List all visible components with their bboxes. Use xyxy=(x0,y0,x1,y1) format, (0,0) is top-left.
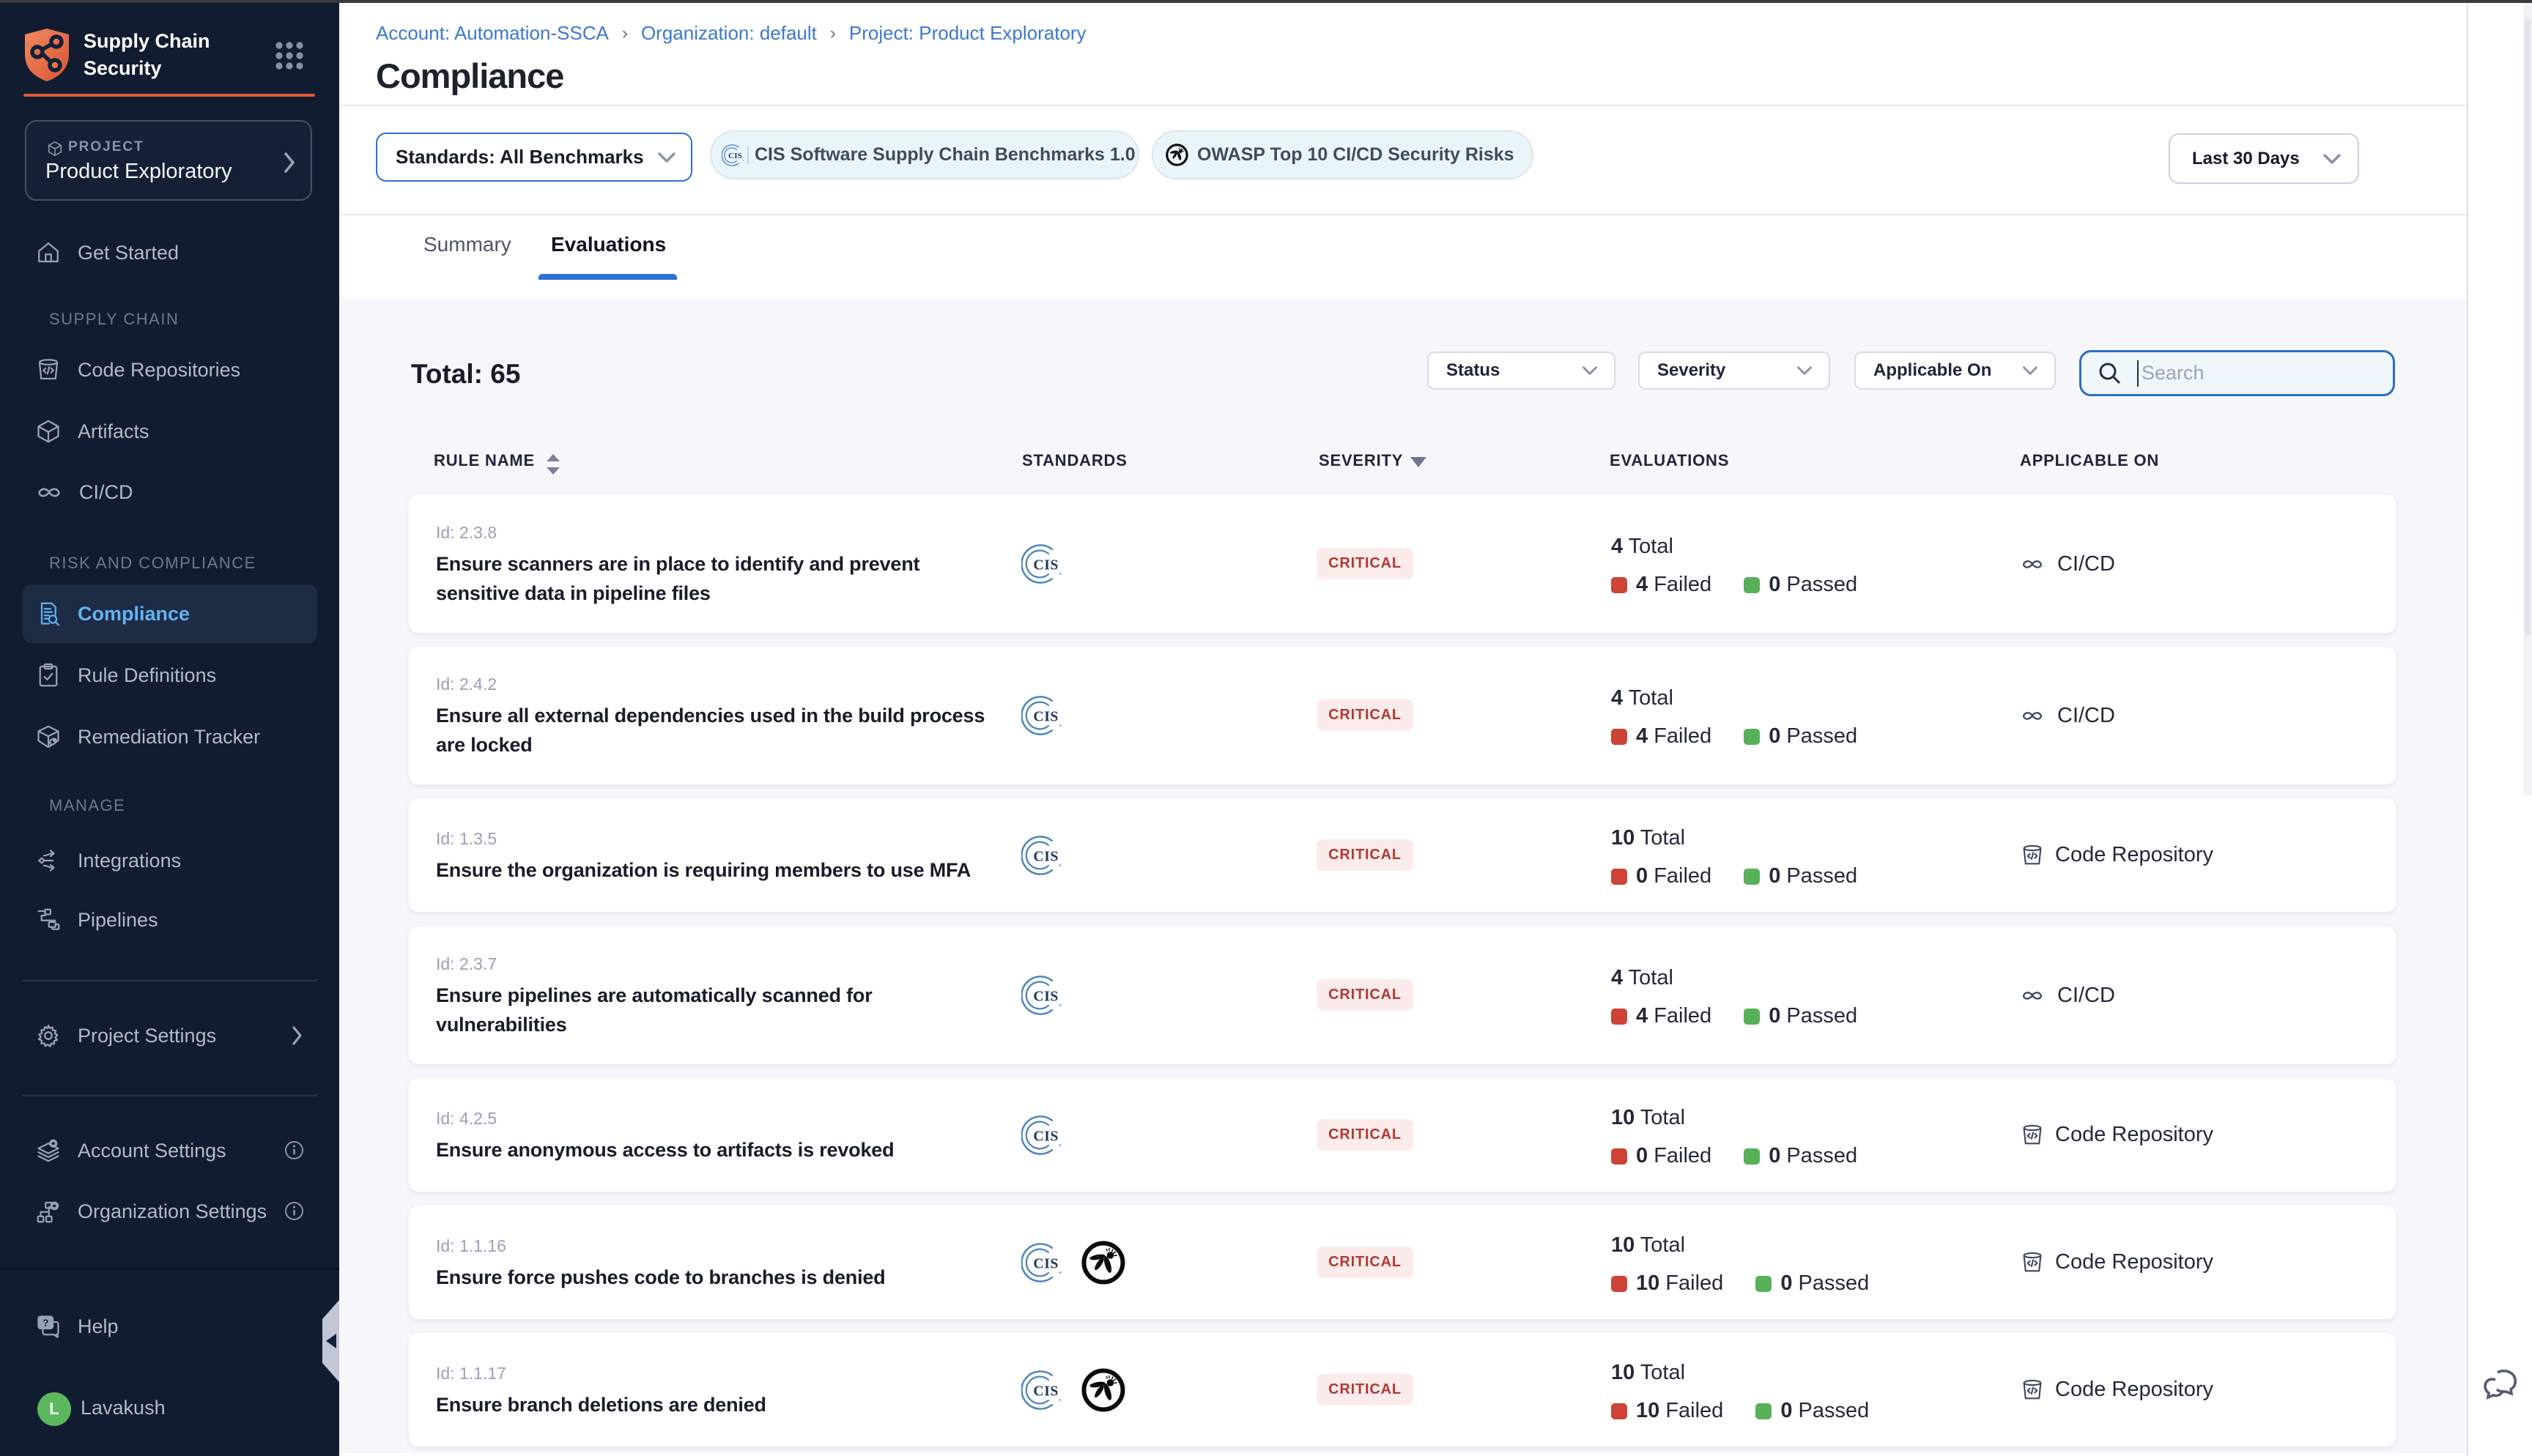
svg-text:CIS: CIS xyxy=(1033,1128,1058,1144)
svg-text:CIS: CIS xyxy=(1033,708,1058,724)
svg-text:CIS: CIS xyxy=(1033,1255,1058,1271)
svg-text:CIS: CIS xyxy=(1033,557,1058,573)
svg-text:CIS: CIS xyxy=(1033,988,1058,1004)
svg-text:CIS: CIS xyxy=(1033,848,1058,864)
svg-text:CIS: CIS xyxy=(728,152,742,160)
svg-text:CIS: CIS xyxy=(1033,1383,1058,1399)
svg-text:?: ? xyxy=(42,1318,48,1329)
